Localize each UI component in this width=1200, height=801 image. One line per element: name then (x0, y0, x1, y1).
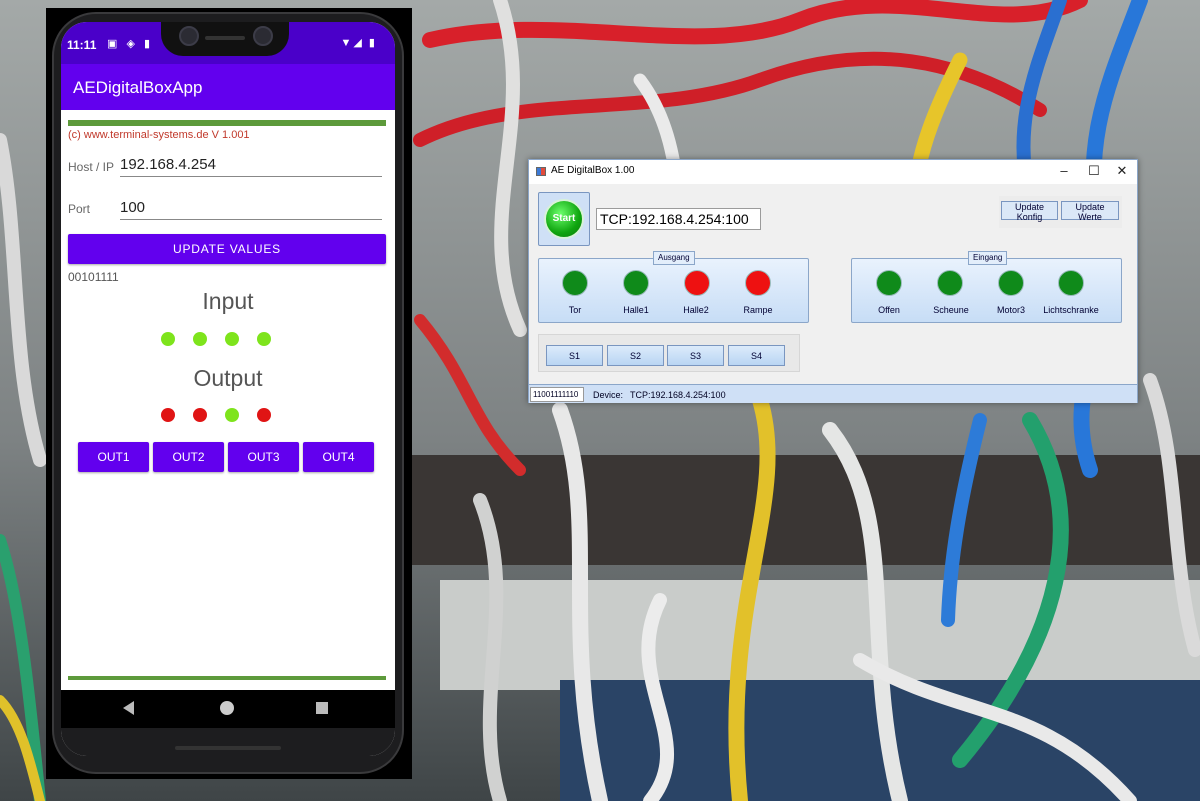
start-button[interactable]: Start (538, 192, 590, 246)
input-led-2 (193, 332, 207, 346)
minimize-icon[interactable]: – (1047, 161, 1081, 183)
output-indicator-tor[interactable] (562, 270, 588, 296)
s4-button[interactable]: S4 (728, 345, 785, 366)
output-label-rampe: Rampe (743, 305, 773, 315)
s2-button[interactable]: S2 (607, 345, 664, 366)
status-time: 11:11 (67, 38, 97, 52)
s1-button[interactable]: S1 (546, 345, 603, 366)
output-led-row (161, 408, 271, 422)
back-icon[interactable] (123, 701, 134, 715)
bottom-speaker (175, 746, 281, 750)
app-window-icon (536, 167, 546, 176)
input-led-3 (225, 332, 239, 346)
bit-state-text: 00101111 (68, 270, 119, 284)
input-led-1 (161, 332, 175, 346)
host-label: Host / IP (68, 160, 115, 174)
output-led-4 (257, 408, 271, 422)
eingang-group: Eingang Offen Scheune Motor3 Lichtschran… (851, 251, 1122, 323)
switch-button-area: S1 S2 S3 S4 (538, 334, 800, 372)
input-indicator-scheune (937, 270, 963, 296)
host-ip-input[interactable] (120, 153, 382, 177)
out2-button[interactable]: OUT2 (153, 442, 224, 472)
app-title: AEDigitalBoxApp (73, 78, 203, 97)
input-heading: Input (202, 288, 254, 314)
ausgang-group: Ausgang Tor Halle1 Halle2 Rampe (538, 251, 809, 323)
front-camera-icon (253, 26, 273, 46)
status-device-value: TCP:192.168.4.254:100 (630, 390, 726, 400)
output-indicator-halle1[interactable] (623, 270, 649, 296)
home-icon[interactable] (220, 701, 234, 715)
earpiece-speaker (205, 36, 245, 40)
camera-notch (161, 22, 289, 56)
output-label-halle2: Halle2 (683, 305, 709, 315)
digitalbox-window: AE DigitalBox 1.00 – ☐ ✕ Start TCP:192.1… (528, 159, 1138, 403)
ausgang-legend: Ausgang (653, 251, 695, 265)
input-label-lichtschranke: Lichtschranke (1043, 305, 1099, 315)
recents-icon[interactable] (316, 702, 328, 714)
input-indicator-offen (876, 270, 902, 296)
input-indicator-lichtschranke (1058, 270, 1084, 296)
output-indicator-halle2[interactable] (684, 270, 710, 296)
close-icon[interactable]: ✕ (1105, 161, 1139, 183)
update-values-button[interactable]: UPDATE VALUES (68, 234, 386, 264)
window-title: AE DigitalBox 1.00 (551, 165, 635, 176)
device-address-field[interactable]: TCP:192.168.4.254:100 (596, 208, 761, 230)
app-content: (c) www.terminal-systems.de V 1.001 Host… (61, 110, 395, 710)
notification-icons: ▣ ◈ ▮ (107, 38, 154, 50)
app-bar: AEDigitalBoxApp (61, 64, 395, 110)
top-progress-line (68, 120, 386, 126)
eingang-legend: Eingang (968, 251, 1008, 265)
bottom-progress-line (68, 676, 386, 680)
output-buttons: OUT1 OUT2 OUT3 OUT4 (78, 442, 374, 472)
output-led-2 (193, 408, 207, 422)
window-titlebar[interactable]: AE DigitalBox 1.00 – ☐ ✕ (529, 160, 1137, 184)
start-button-label: Start (544, 199, 584, 239)
input-led-row (161, 332, 271, 346)
signal-battery-icons: ▼◢ ▮ (340, 37, 377, 49)
android-nav-bar (61, 690, 395, 728)
out4-button[interactable]: OUT4 (303, 442, 374, 472)
output-led-3 (225, 408, 239, 422)
output-label-tor: Tor (568, 305, 582, 315)
front-camera-icon (179, 26, 199, 46)
output-heading: Output (193, 365, 263, 391)
s3-button[interactable]: S3 (667, 345, 724, 366)
phone-screen: 11:11 ▣ ◈ ▮ ▼◢ ▮ AEDigitalBoxApp (c) www… (61, 22, 395, 756)
port-input[interactable] (120, 196, 382, 220)
config-button-area: Update Konfig Update Werte (999, 196, 1122, 228)
update-konfig-button[interactable]: Update Konfig (1001, 201, 1058, 222)
status-bits-field: 11001111110 (530, 387, 584, 402)
status-device-label: Device: (593, 390, 624, 400)
copyright-text: (c) www.terminal-systems.de V 1.001 (68, 129, 250, 141)
window-status-bar: 11001111110 Device: TCP:192.168.4.254:10… (529, 384, 1137, 403)
output-indicator-rampe[interactable] (745, 270, 771, 296)
update-werte-button[interactable]: Update Werte (1061, 201, 1119, 222)
input-label-offen: Offen (878, 305, 900, 315)
android-status-bar: 11:11 ▣ ◈ ▮ ▼◢ ▮ (61, 22, 395, 64)
port-label: Port (68, 202, 91, 216)
out1-button[interactable]: OUT1 (78, 442, 149, 472)
input-led-4 (257, 332, 271, 346)
out3-button[interactable]: OUT3 (228, 442, 299, 472)
phone-chin (61, 728, 395, 756)
output-led-1 (161, 408, 175, 422)
input-indicator-motor3 (998, 270, 1024, 296)
